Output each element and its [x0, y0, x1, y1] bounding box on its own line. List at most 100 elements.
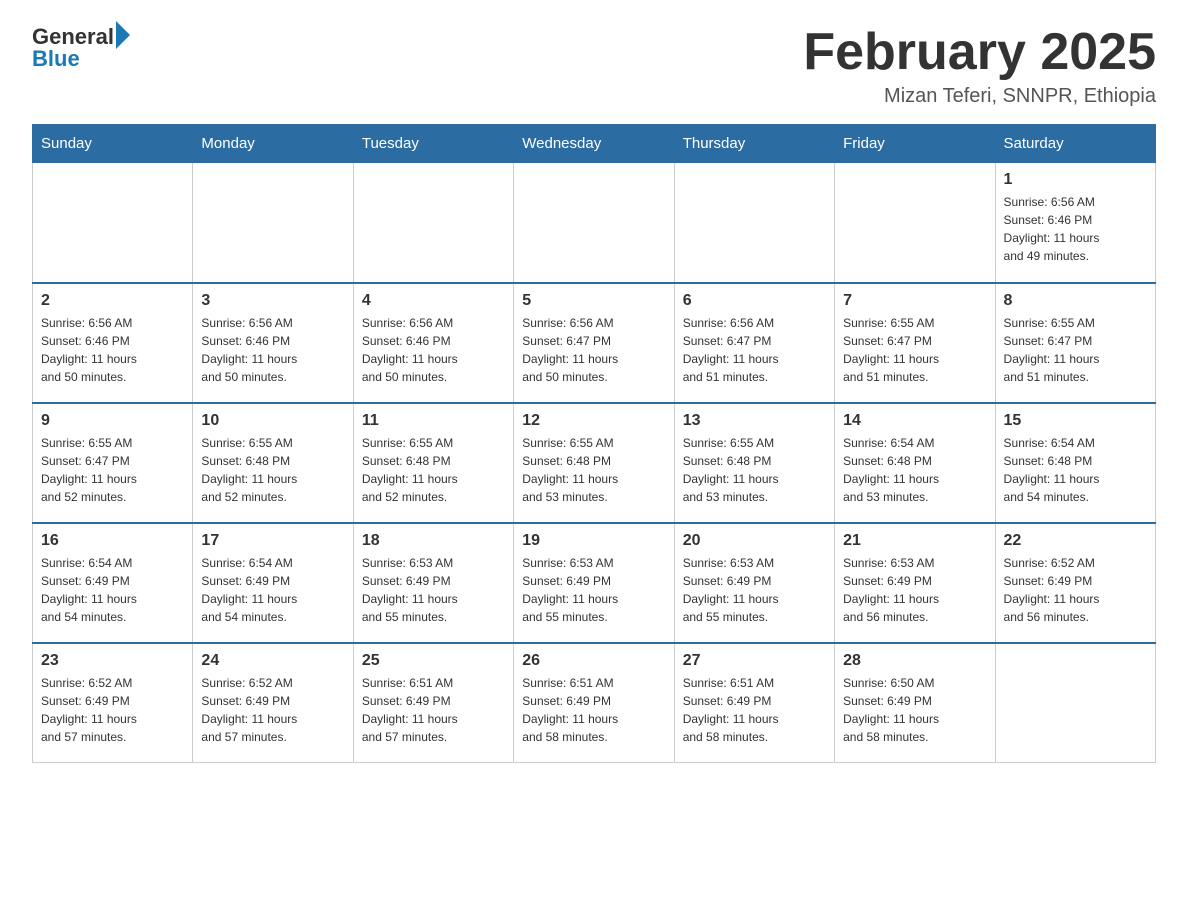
- day-number: 3: [201, 292, 344, 310]
- calendar-day-header: Monday: [193, 125, 353, 163]
- calendar-cell: 7 Sunrise: 6:55 AM Sunset: 6:47 PM Daylig…: [835, 283, 995, 403]
- day-info: Sunrise: 6:55 AM Sunset: 6:48 PM Dayligh…: [362, 434, 505, 506]
- calendar-cell: 10Sunrise: 6:55 AM Sunset: 6:48 PM Dayli…: [193, 403, 353, 523]
- day-info: Sunrise: 6:56 AM Sunset: 6:46 PM Dayligh…: [201, 314, 344, 386]
- calendar-cell: 12 Sunrise: 6:55 AM Sunset: 6:48 PM Dayli…: [514, 403, 674, 523]
- calendar-table: SundayMondayTuesdayWednesdayThursdayFrid…: [32, 124, 1156, 763]
- calendar-cell: 21 Sunrise: 6:53 AM Sunset: 6:49 PM Dayli…: [835, 523, 995, 643]
- calendar-cell: [33, 163, 193, 283]
- day-info: Sunrise: 6:53 AM Sunset: 6:49 PM Dayligh…: [683, 554, 826, 626]
- calendar-cell: 9 Sunrise: 6:55 AM Sunset: 6:47 PM Daylig…: [33, 403, 193, 523]
- day-number: 20: [683, 532, 826, 550]
- calendar-cell: 2 Sunrise: 6:56 AM Sunset: 6:46 PM Daylig…: [33, 283, 193, 403]
- day-info: Sunrise: 6:56 AM Sunset: 6:46 PM Dayligh…: [1004, 193, 1147, 265]
- calendar-cell: 28Sunrise: 6:50 AM Sunset: 6:49 PM Dayli…: [835, 643, 995, 763]
- calendar-week-row: 23 Sunrise: 6:52 AM Sunset: 6:49 PM Dayli…: [33, 643, 1156, 763]
- calendar-day-header: Sunday: [33, 125, 193, 163]
- month-title: February 2025: [803, 24, 1156, 81]
- day-number: 2: [41, 292, 184, 310]
- logo-blue-text: Blue: [32, 46, 80, 72]
- calendar-cell: 24 Sunrise: 6:52 AM Sunset: 6:49 PM Dayli…: [193, 643, 353, 763]
- calendar-cell: 8Sunrise: 6:55 AM Sunset: 6:47 PM Daylig…: [995, 283, 1155, 403]
- day-info: Sunrise: 6:51 AM Sunset: 6:49 PM Dayligh…: [362, 674, 505, 746]
- day-number: 14: [843, 412, 986, 430]
- day-info: Sunrise: 6:56 AM Sunset: 6:46 PM Dayligh…: [41, 314, 184, 386]
- calendar-cell: 26Sunrise: 6:51 AM Sunset: 6:49 PM Dayli…: [514, 643, 674, 763]
- day-number: 4: [362, 292, 505, 310]
- day-info: Sunrise: 6:54 AM Sunset: 6:48 PM Dayligh…: [1004, 434, 1147, 506]
- day-info: Sunrise: 6:55 AM Sunset: 6:47 PM Dayligh…: [41, 434, 184, 506]
- day-info: Sunrise: 6:56 AM Sunset: 6:46 PM Dayligh…: [362, 314, 505, 386]
- calendar-week-row: 16 Sunrise: 6:54 AM Sunset: 6:49 PM Dayli…: [33, 523, 1156, 643]
- calendar-cell: 6 Sunrise: 6:56 AM Sunset: 6:47 PM Daylig…: [674, 283, 834, 403]
- calendar-cell: 5 Sunrise: 6:56 AM Sunset: 6:47 PM Daylig…: [514, 283, 674, 403]
- day-number: 5: [522, 292, 665, 310]
- calendar-cell: 18 Sunrise: 6:53 AM Sunset: 6:49 PM Dayli…: [353, 523, 513, 643]
- day-number: 25: [362, 652, 505, 670]
- calendar-week-row: 1 Sunrise: 6:56 AM Sunset: 6:46 PM Daylig…: [33, 163, 1156, 283]
- day-info: Sunrise: 6:54 AM Sunset: 6:48 PM Dayligh…: [843, 434, 986, 506]
- title-section: February 2025 Mizan Teferi, SNNPR, Ethio…: [803, 24, 1156, 108]
- day-info: Sunrise: 6:53 AM Sunset: 6:49 PM Dayligh…: [362, 554, 505, 626]
- day-number: 9: [41, 412, 184, 430]
- calendar-day-header: Tuesday: [353, 125, 513, 163]
- day-number: 15: [1004, 412, 1147, 430]
- day-number: 28: [843, 652, 986, 670]
- calendar-header-row: SundayMondayTuesdayWednesdayThursdayFrid…: [33, 125, 1156, 163]
- calendar-day-header: Saturday: [995, 125, 1155, 163]
- day-info: Sunrise: 6:51 AM Sunset: 6:49 PM Dayligh…: [522, 674, 665, 746]
- day-number: 16: [41, 532, 184, 550]
- day-info: Sunrise: 6:56 AM Sunset: 6:47 PM Dayligh…: [683, 314, 826, 386]
- location-subtitle: Mizan Teferi, SNNPR, Ethiopia: [803, 85, 1156, 108]
- calendar-cell: 3 Sunrise: 6:56 AM Sunset: 6:46 PM Daylig…: [193, 283, 353, 403]
- calendar-cell: 13Sunrise: 6:55 AM Sunset: 6:48 PM Dayli…: [674, 403, 834, 523]
- day-number: 7: [843, 292, 986, 310]
- day-info: Sunrise: 6:52 AM Sunset: 6:49 PM Dayligh…: [201, 674, 344, 746]
- day-number: 12: [522, 412, 665, 430]
- day-info: Sunrise: 6:55 AM Sunset: 6:48 PM Dayligh…: [522, 434, 665, 506]
- day-number: 23: [41, 652, 184, 670]
- calendar-cell: 20 Sunrise: 6:53 AM Sunset: 6:49 PM Dayli…: [674, 523, 834, 643]
- calendar-cell: [995, 643, 1155, 763]
- day-info: Sunrise: 6:53 AM Sunset: 6:49 PM Dayligh…: [843, 554, 986, 626]
- day-number: 11: [362, 412, 505, 430]
- day-info: Sunrise: 6:56 AM Sunset: 6:47 PM Dayligh…: [522, 314, 665, 386]
- calendar-cell: [353, 163, 513, 283]
- calendar-cell: 19 Sunrise: 6:53 AM Sunset: 6:49 PM Dayli…: [514, 523, 674, 643]
- day-number: 1: [1004, 171, 1147, 189]
- day-info: Sunrise: 6:55 AM Sunset: 6:48 PM Dayligh…: [201, 434, 344, 506]
- day-info: Sunrise: 6:55 AM Sunset: 6:48 PM Dayligh…: [683, 434, 826, 506]
- logo-triangle-icon: [116, 21, 130, 49]
- calendar-cell: [674, 163, 834, 283]
- calendar-cell: 15 Sunrise: 6:54 AM Sunset: 6:48 PM Dayli…: [995, 403, 1155, 523]
- calendar-cell: 25 Sunrise: 6:51 AM Sunset: 6:49 PM Dayli…: [353, 643, 513, 763]
- logo: General Blue: [32, 24, 130, 72]
- day-number: 24: [201, 652, 344, 670]
- day-number: 17: [201, 532, 344, 550]
- calendar-week-row: 2 Sunrise: 6:56 AM Sunset: 6:46 PM Daylig…: [33, 283, 1156, 403]
- day-info: Sunrise: 6:52 AM Sunset: 6:49 PM Dayligh…: [41, 674, 184, 746]
- calendar-cell: 14 Sunrise: 6:54 AM Sunset: 6:48 PM Dayli…: [835, 403, 995, 523]
- day-info: Sunrise: 6:53 AM Sunset: 6:49 PM Dayligh…: [522, 554, 665, 626]
- calendar-day-header: Friday: [835, 125, 995, 163]
- day-info: Sunrise: 6:54 AM Sunset: 6:49 PM Dayligh…: [201, 554, 344, 626]
- calendar-cell: 17 Sunrise: 6:54 AM Sunset: 6:49 PM Dayli…: [193, 523, 353, 643]
- calendar-cell: [193, 163, 353, 283]
- calendar-day-header: Thursday: [674, 125, 834, 163]
- calendar-cell: 1 Sunrise: 6:56 AM Sunset: 6:46 PM Daylig…: [995, 163, 1155, 283]
- day-number: 22: [1004, 532, 1147, 550]
- calendar-cell: [514, 163, 674, 283]
- calendar-cell: 16Sunrise: 6:54 AM Sunset: 6:49 PM Dayli…: [33, 523, 193, 643]
- day-number: 21: [843, 532, 986, 550]
- calendar-week-row: 9 Sunrise: 6:55 AM Sunset: 6:47 PM Daylig…: [33, 403, 1156, 523]
- calendar-day-header: Wednesday: [514, 125, 674, 163]
- calendar-cell: 11 Sunrise: 6:55 AM Sunset: 6:48 PM Dayli…: [353, 403, 513, 523]
- day-number: 6: [683, 292, 826, 310]
- day-number: 18: [362, 532, 505, 550]
- calendar-cell: 23 Sunrise: 6:52 AM Sunset: 6:49 PM Dayli…: [33, 643, 193, 763]
- calendar-cell: 27Sunrise: 6:51 AM Sunset: 6:49 PM Dayli…: [674, 643, 834, 763]
- day-number: 19: [522, 532, 665, 550]
- day-info: Sunrise: 6:55 AM Sunset: 6:47 PM Dayligh…: [843, 314, 986, 386]
- day-info: Sunrise: 6:52 AM Sunset: 6:49 PM Dayligh…: [1004, 554, 1147, 626]
- day-number: 27: [683, 652, 826, 670]
